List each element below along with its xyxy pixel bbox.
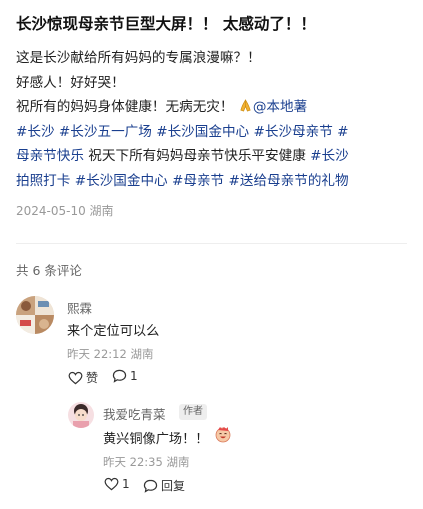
chat-bubble-icon xyxy=(143,479,158,493)
laughing-face-icon xyxy=(214,425,232,443)
body-line-3-text: 祝所有的妈妈身体健康！无病无灾！ xyxy=(16,99,234,116)
body-line-2: 好感人！好好哭！ xyxy=(16,74,125,91)
hashtag-link[interactable]: #长沙 xyxy=(310,148,349,164)
like-button[interactable]: 赞 xyxy=(68,369,98,386)
comment-author[interactable]: 熙霖 xyxy=(67,298,92,317)
hashtag-link[interactable]: #长沙母亲节 xyxy=(253,124,332,140)
like-count: 1 xyxy=(122,477,130,491)
hashtag-link[interactable]: #长沙五一广场 xyxy=(59,124,152,140)
body-line-4: #长沙 #长沙五一广场 #长沙国金中心 #长沙母亲节 # xyxy=(16,120,411,145)
hashtag-link[interactable]: 母亲节快乐 xyxy=(16,148,84,164)
hashtag-link[interactable]: #长沙国金中心 xyxy=(75,173,168,189)
hashtag-link[interactable]: # xyxy=(337,124,348,140)
body-line-5: 母亲节快乐 祝天下所有妈妈母亲节快乐平安健康 #长沙 xyxy=(16,144,411,169)
body-line-6: 拍照打卡 #长沙国金中心 #母亲节 #送给母亲节的礼物 xyxy=(16,169,411,194)
post-body: 这是长沙献给所有妈妈的专属浪漫嘛？！ 好感人！好好哭！ 祝所有的妈妈身体健康！无… xyxy=(16,46,411,194)
body-line-1: 这是长沙献给所有妈妈的专属浪漫嘛？！ xyxy=(16,50,261,66)
avatar[interactable] xyxy=(16,296,54,334)
hashtag-link[interactable]: 拍照打卡 xyxy=(16,173,70,189)
hashtag-link[interactable]: #母亲节 xyxy=(172,173,224,189)
folded-hands-icon xyxy=(238,99,253,115)
post-date-location: 2024-05-10 湖南 xyxy=(16,204,114,218)
reply-button[interactable]: 回复 xyxy=(143,477,185,494)
divider xyxy=(16,243,407,244)
heart-icon xyxy=(104,477,119,491)
comment-time-location: 昨天 22:12 湖南 xyxy=(67,347,154,361)
reply-button[interactable]: 1 xyxy=(112,369,138,383)
avatar[interactable] xyxy=(68,402,94,428)
like-button[interactable]: 1 xyxy=(104,477,130,491)
hashtag-link[interactable]: #长沙 xyxy=(16,124,55,140)
like-label: 赞 xyxy=(86,371,99,385)
hashtag-link[interactable]: #长沙国金中心 xyxy=(156,124,249,140)
comment-count: 共 6 条评论 xyxy=(16,263,82,278)
comment-text: 来个定位可以么 xyxy=(67,324,160,339)
note-detail-page: 长沙惊现母亲节巨型大屏！！ 太感动了！！ 这是长沙献给所有妈妈的专属浪漫嘛？！ … xyxy=(0,0,423,509)
reply-text: 黄兴铜像广场！！ xyxy=(103,432,209,447)
mention-link[interactable]: @本地薯 xyxy=(253,99,307,115)
reply-author[interactable]: 我爱吃青菜 xyxy=(103,404,166,423)
reply-time-location: 昨天 22:35 湖南 xyxy=(103,455,190,469)
reply-label: 回复 xyxy=(161,479,186,493)
post-title: 长沙惊现母亲节巨型大屏！！ 太感动了！！ xyxy=(16,15,316,33)
reply-count: 1 xyxy=(130,369,138,383)
hashtag-link[interactable]: #送给母亲节的礼物 xyxy=(228,173,348,189)
body-line-3: 祝所有的妈妈身体健康！无病无灾！ @本地薯 xyxy=(16,95,411,120)
blessing-text: 祝天下所有妈妈母亲节快乐平安健康 xyxy=(88,148,306,165)
author-badge: 作者 xyxy=(179,404,207,420)
heart-icon xyxy=(68,371,83,385)
chat-bubble-icon xyxy=(112,369,127,383)
